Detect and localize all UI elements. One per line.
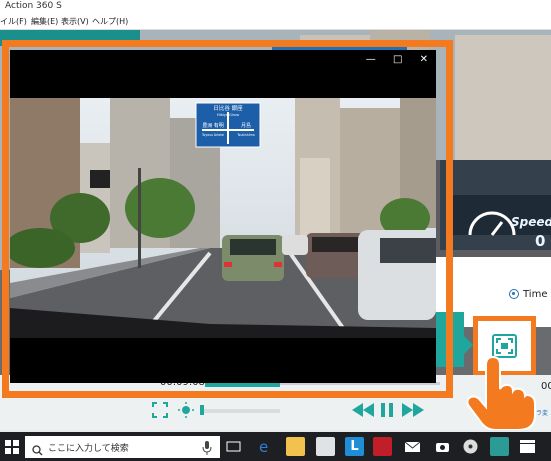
pause-icon: [381, 403, 393, 417]
fast-forward-icon: [402, 403, 424, 417]
menu-help[interactable]: ヘルプ(H): [92, 16, 128, 27]
menu-edit[interactable]: 編集(E): [31, 16, 58, 27]
clapperboard-icon[interactable]: [518, 437, 537, 456]
action360-taskbar-icon[interactable]: [490, 437, 509, 456]
microphone-icon[interactable]: [202, 440, 212, 459]
menu-bar: イル(F) 編集(E) 表示(V) ヘルプ(H): [0, 14, 551, 30]
store-icon[interactable]: [316, 437, 335, 456]
camera-icon[interactable]: [433, 437, 452, 456]
search-placeholder: ここに入力して検索: [48, 444, 129, 454]
brightness-icon[interactable]: [178, 402, 194, 422]
brightness-slider-track[interactable]: [200, 409, 280, 413]
file-explorer-icon[interactable]: [286, 437, 305, 456]
pointing-hand-icon: [466, 355, 536, 431]
side-counter: 00: [541, 381, 551, 392]
fullscreen-corners-icon: [496, 338, 513, 354]
time-option-label: Time: [523, 289, 548, 300]
windows-logo-icon: [5, 440, 19, 454]
brightness-slider-handle[interactable]: [200, 405, 204, 415]
mcafee-icon[interactable]: [373, 437, 392, 456]
menu-view[interactable]: 表示(V): [61, 16, 89, 27]
svg-text:e: e: [259, 438, 268, 456]
rewind-button[interactable]: [352, 402, 374, 421]
speed-value: 0: [535, 232, 546, 250]
app-title: Action 360 S: [5, 1, 62, 11]
chevron-right-icon: [462, 334, 473, 356]
app-title-bar: Action 360 S: [0, 0, 551, 14]
app-l-icon[interactable]: L: [345, 437, 364, 456]
media-icon[interactable]: [461, 437, 480, 456]
fast-forward-button[interactable]: [402, 402, 424, 421]
pause-button[interactable]: [380, 402, 394, 421]
rewind-icon: [352, 403, 374, 417]
speed-label: Speed: [511, 215, 551, 229]
mail-icon[interactable]: [403, 437, 422, 456]
edge-browser-icon[interactable]: e: [256, 437, 275, 456]
time-radio-button[interactable]: [509, 289, 519, 299]
fit-screen-icon[interactable]: [152, 402, 168, 422]
start-button[interactable]: [5, 439, 19, 454]
menu-file[interactable]: イル(F): [0, 16, 27, 27]
highlight-frame: [2, 40, 453, 398]
search-icon: [32, 441, 43, 460]
task-view-icon[interactable]: [224, 437, 243, 456]
